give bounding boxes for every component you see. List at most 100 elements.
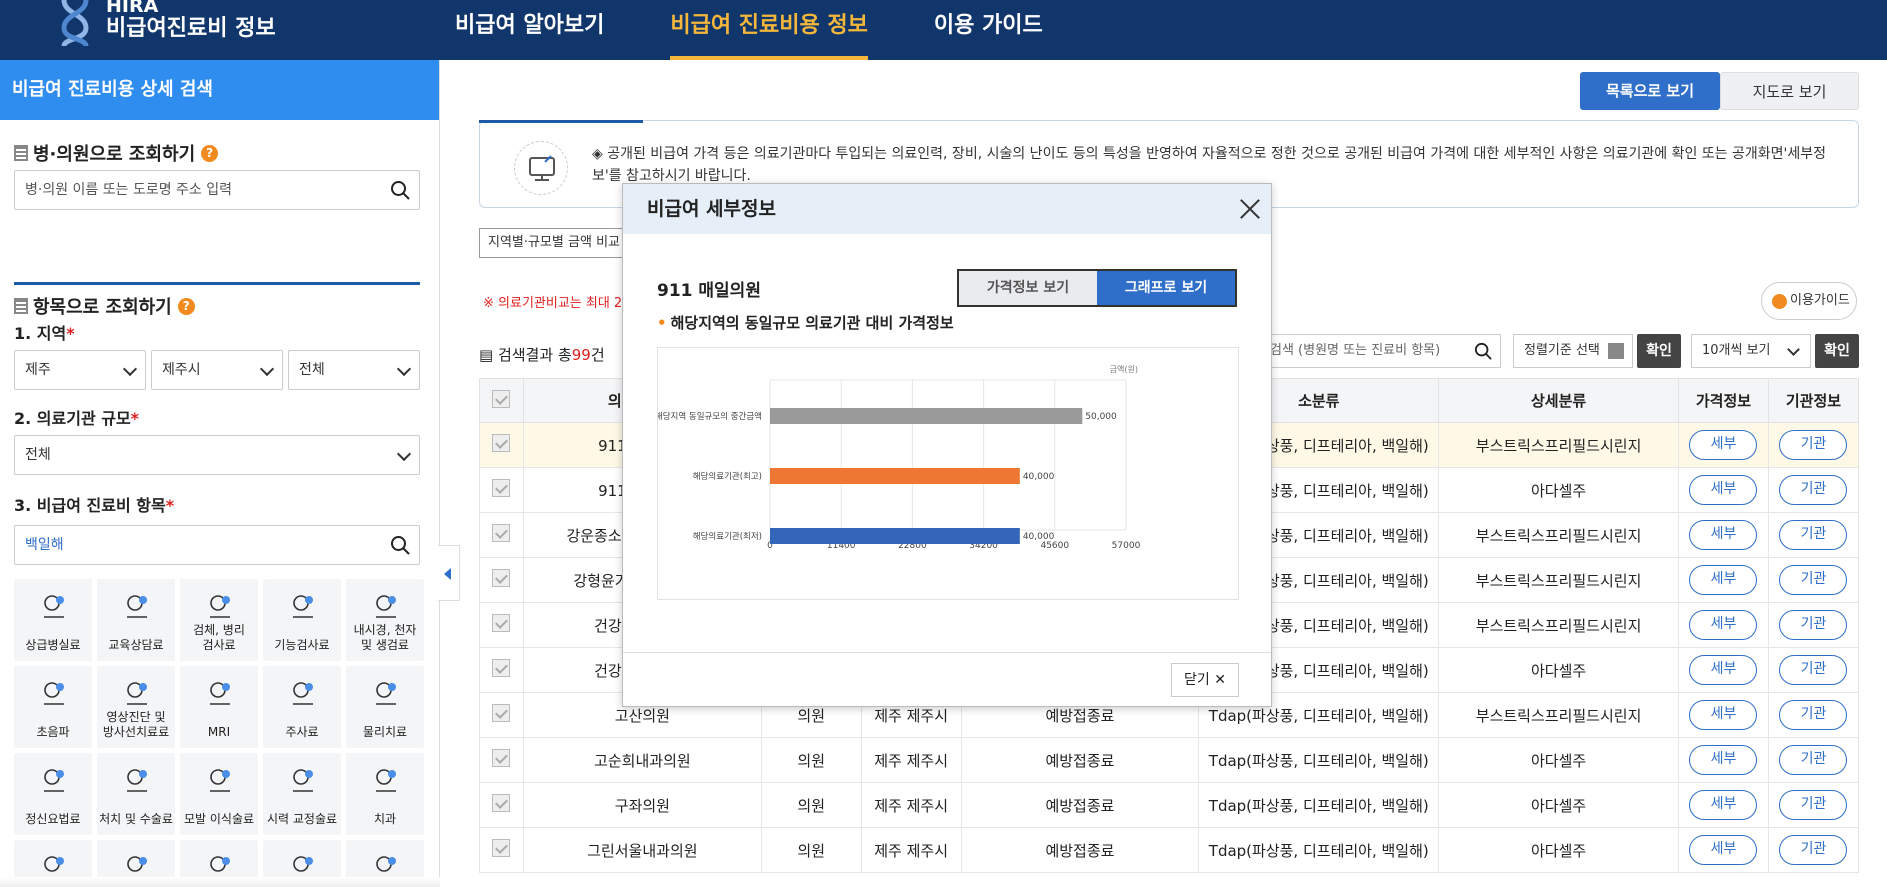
search-icon[interactable] <box>390 535 410 555</box>
table-row[interactable]: 그린서울내과의원 의원 제주 제주시 예방접종료 Tdap(파상풍, 디프테리아, 백일… <box>479 827 1860 873</box>
org-button[interactable]: 기관 <box>1779 655 1848 685</box>
category-hair[interactable]: 모발 이식술료 <box>180 753 258 835</box>
row-checkbox[interactable] <box>492 569 511 587</box>
row-checkbox[interactable] <box>492 524 511 542</box>
price-info-cell: 세부 <box>1677 602 1769 648</box>
org-button[interactable]: 기관 <box>1779 790 1848 820</box>
detail-button[interactable]: 세부 <box>1689 745 1758 775</box>
hospital-search-input[interactable]: 병·의원 이름 또는 도로명 주소 입력 <box>14 170 420 210</box>
category-pathology[interactable]: 검체, 병리 검사료 <box>180 579 258 661</box>
category-label: MRI <box>207 725 231 739</box>
select-all-checkbox[interactable] <box>492 389 511 408</box>
org-button[interactable]: 기관 <box>1779 430 1848 460</box>
per-page-select[interactable]: 10개씩 보기 <box>1691 334 1811 368</box>
region-district-select[interactable]: 전체 <box>288 350 420 390</box>
row-checkbox[interactable] <box>492 479 511 497</box>
hospital-name[interactable]: 그린서울내과의원 <box>522 827 762 873</box>
row-checkbox[interactable] <box>492 749 511 767</box>
bar <box>770 528 1020 544</box>
detail-button[interactable]: 세부 <box>1689 475 1758 505</box>
column-header[interactable] <box>479 378 524 423</box>
region-province-select[interactable]: 제주 <box>14 350 146 390</box>
row-checkbox-cell <box>479 467 524 513</box>
detail-button[interactable]: 세부 <box>1689 655 1758 685</box>
category-physio[interactable]: 물리치료 <box>346 666 424 748</box>
section-icon <box>14 298 28 314</box>
org-button[interactable]: 기관 <box>1779 610 1848 640</box>
category-ward[interactable]: 상급병실료 <box>14 579 92 661</box>
category-counsel[interactable]: 교육상담료 <box>97 579 175 661</box>
help-icon[interactable]: ? <box>177 297 195 315</box>
detail-button[interactable]: 세부 <box>1689 700 1758 730</box>
org-button[interactable]: 기관 <box>1779 520 1848 550</box>
nav-cost-info[interactable]: 비급여 진료비용 정보 <box>670 0 869 60</box>
sort-confirm-button[interactable]: 확인 <box>1637 334 1681 368</box>
search-icon[interactable] <box>1474 342 1492 360</box>
physio-icon <box>376 682 396 705</box>
detail-button[interactable]: 세부 <box>1689 565 1758 595</box>
scale-select[interactable]: 전체 <box>14 435 420 475</box>
detail-button[interactable]: 세부 <box>1689 430 1758 460</box>
row-checkbox[interactable] <box>492 659 511 677</box>
category-dental[interactable]: 치과 <box>346 753 424 835</box>
category-label: 해당지역 동일규모의 중간금액 <box>658 411 762 422</box>
notice-text: ◈ 공개된 비급여 가격 등은 의료기관마다 투입되는 의료인력, 장비, 시술… <box>592 146 1827 184</box>
per-page-confirm-button[interactable]: 확인 <box>1815 334 1859 368</box>
region-city-select[interactable]: 제주시 <box>151 350 283 390</box>
category-vision[interactable]: 시력 교정술료 <box>263 753 341 835</box>
x-tick-label: 57000 <box>1112 541 1141 551</box>
detail-button[interactable]: 세부 <box>1689 520 1758 550</box>
hira-logo[interactable]: HIRA 비급여진료비 정보 <box>58 0 276 47</box>
item-search-input[interactable]: 백일해 <box>14 525 420 565</box>
category-mri[interactable]: MRI <box>180 666 258 748</box>
result-search-input[interactable]: 검색 (병원명 또는 진료비 항목) <box>1261 334 1501 368</box>
region-compare-select[interactable]: 지역별·규모별 금액 비교 <box>479 228 629 258</box>
category-surgery[interactable]: 처치 및 수술료 <box>97 753 175 835</box>
sort-select[interactable]: 정렬기준 선택 <box>1513 334 1633 368</box>
nav-about[interactable]: 비급여 알아보기 <box>455 0 604 60</box>
detail-button[interactable]: 세부 <box>1689 835 1758 865</box>
category-label: 물리치료 <box>362 725 408 739</box>
org-button[interactable]: 기관 <box>1779 745 1848 775</box>
org-button[interactable]: 기관 <box>1779 475 1848 505</box>
row-checkbox[interactable] <box>492 704 511 722</box>
detail-category: 아다셀주 <box>1438 737 1679 783</box>
row-checkbox-cell <box>479 602 524 648</box>
tab-price-info[interactable]: 가격정보 보기 <box>959 271 1097 305</box>
price-info-cell: 세부 <box>1677 782 1769 828</box>
category-ultrasound[interactable]: 초음파 <box>14 666 92 748</box>
hospital-name[interactable]: 고순희내과의원 <box>522 737 762 783</box>
table-row[interactable]: 구좌의원 의원 제주 제주시 예방접종료 Tdap(파상풍, 디프테리아, 백일해) 아다… <box>479 782 1860 828</box>
map-view-button[interactable]: 지도로 보기 <box>1720 72 1859 110</box>
detail-category: 아다셀주 <box>1438 782 1679 828</box>
usage-guide-button[interactable]: 이용가이드 <box>1761 282 1857 320</box>
modal-close-button[interactable]: 닫기 ✕ <box>1171 663 1239 697</box>
row-checkbox[interactable] <box>492 794 511 812</box>
org-button[interactable]: 기관 <box>1779 835 1848 865</box>
nav-guide[interactable]: 이용 가이드 <box>934 0 1043 60</box>
category-label: 모발 이식술료 <box>183 812 255 826</box>
category-imaging[interactable]: 영상진단 및 방사선치료료 <box>97 666 175 748</box>
detail-button[interactable]: 세부 <box>1689 610 1758 640</box>
row-checkbox[interactable] <box>492 614 511 632</box>
category-injection[interactable]: 주사료 <box>263 666 341 748</box>
row-checkbox[interactable] <box>492 839 511 857</box>
close-icon[interactable] <box>1237 196 1263 222</box>
hospital-region: 제주 제주시 <box>860 827 962 873</box>
price-info-cell: 세부 <box>1677 467 1769 513</box>
mid-category: 예방접종료 <box>960 827 1200 873</box>
category-function[interactable]: 기능검사료 <box>263 579 341 661</box>
row-checkbox-cell <box>479 647 524 693</box>
search-icon[interactable] <box>390 180 410 200</box>
detail-button[interactable]: 세부 <box>1689 790 1758 820</box>
category-endoscope[interactable]: 내시경, 천자 및 생검료 <box>346 579 424 661</box>
row-checkbox[interactable] <box>492 434 511 452</box>
tab-graph[interactable]: 그래프로 보기 <box>1097 271 1235 305</box>
table-row[interactable]: 고순희내과의원 의원 제주 제주시 예방접종료 Tdap(파상풍, 디프테리아, 백일해… <box>479 737 1860 783</box>
help-icon[interactable]: ? <box>201 144 219 162</box>
org-button[interactable]: 기관 <box>1779 700 1848 730</box>
category-psych[interactable]: 정신요법료 <box>14 753 92 835</box>
hospital-name[interactable]: 구좌의원 <box>522 782 762 828</box>
list-view-button[interactable]: 목록으로 보기 <box>1580 72 1720 110</box>
org-button[interactable]: 기관 <box>1779 565 1848 595</box>
